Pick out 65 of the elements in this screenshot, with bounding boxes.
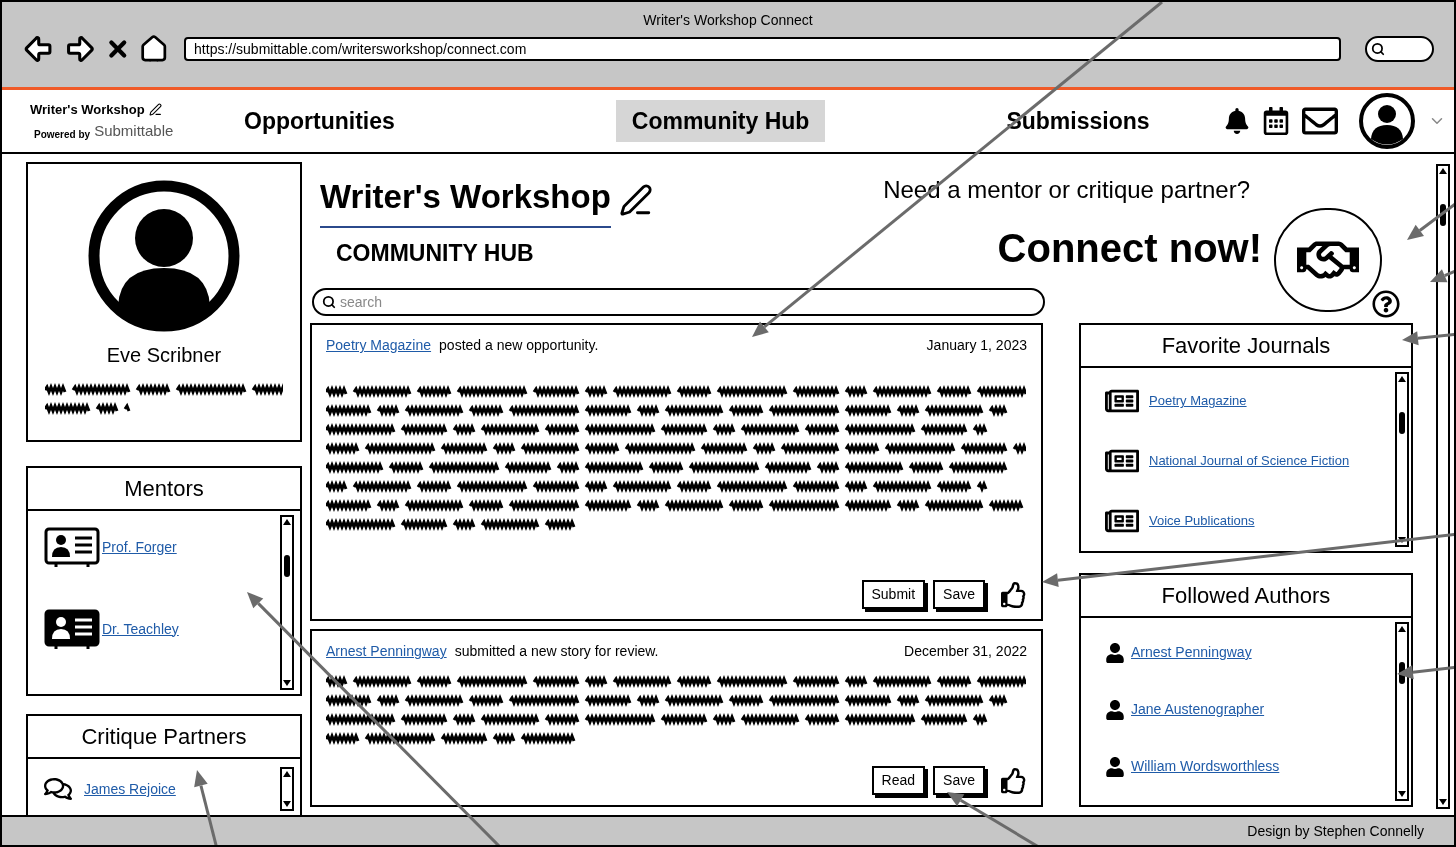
mentor-link[interactable]: Prof. Forger xyxy=(102,536,177,558)
author-link[interactable]: Arnest Penningway xyxy=(326,643,447,659)
critique-partner-link[interactable]: James Rejoice xyxy=(84,778,176,800)
post-action-button[interactable]: Read xyxy=(871,766,926,795)
author-link[interactable]: William Wordsworthless xyxy=(1131,756,1280,777)
bell-icon[interactable] xyxy=(1224,108,1250,134)
powered-by-label: Powered by xyxy=(34,128,91,142)
help-icon[interactable] xyxy=(1372,290,1400,318)
profile-name: Eve Scribner xyxy=(106,343,222,368)
search-icon xyxy=(1370,42,1385,56)
person-icon xyxy=(1105,756,1125,777)
journal-link[interactable]: Poetry Magazine xyxy=(1149,391,1247,411)
post-date: December 31, 2022 xyxy=(904,642,1027,661)
nav-tab[interactable]: Opportunities xyxy=(228,99,411,143)
id-card-icon xyxy=(44,609,100,649)
id-card-icon xyxy=(44,527,100,567)
avatar-icon[interactable] xyxy=(1358,92,1416,150)
person-icon xyxy=(1105,699,1125,720)
scrollbar[interactable] xyxy=(1395,372,1409,547)
nav-tab[interactable]: Community Hub xyxy=(615,99,826,143)
panel-title: Critique Partners xyxy=(28,716,300,759)
panel-title: Favorite Journals xyxy=(1081,325,1411,368)
mentor-link[interactable]: Dr. Teachley xyxy=(102,618,179,640)
pen-icon xyxy=(618,182,653,217)
journal-link[interactable]: National Journal of Science Fiction xyxy=(1149,451,1350,471)
browser-search-field[interactable] xyxy=(1364,36,1434,62)
designer-credit: Design by Stephen Connelly xyxy=(1247,821,1424,841)
hub-title: Writer's Workshop xyxy=(320,172,611,228)
search-icon xyxy=(322,295,336,309)
author-link[interactable]: Poetry Magazine xyxy=(326,337,432,353)
annotation-arrow xyxy=(1407,200,1454,240)
window-title: Writer's Workshop Connect xyxy=(642,11,814,30)
calendar-icon[interactable] xyxy=(1262,107,1290,135)
url-field[interactable]: https://submittable.com/writersworkshop/connect.com xyxy=(184,37,1341,61)
post-summary: Poetry Magazine posted a new opportunity. xyxy=(326,336,599,355)
annotation-arrow xyxy=(1397,665,1454,680)
search-input[interactable]: search xyxy=(340,291,1035,313)
author-link[interactable]: Jane Austenographer xyxy=(1131,699,1265,720)
logo-title: Writer's Workshop xyxy=(30,101,145,119)
pen-icon xyxy=(148,103,162,117)
journal-link[interactable]: Voice Publications xyxy=(1149,511,1255,531)
connect-now-heading: Connect now! xyxy=(997,225,1262,272)
annotation-arrow xyxy=(1402,331,1454,346)
brand-name: Submittable xyxy=(94,120,174,141)
home-icon[interactable] xyxy=(138,34,169,64)
search-field[interactable]: search xyxy=(312,288,1045,316)
post-action-button[interactable]: Save xyxy=(933,580,985,609)
hub-subtitle: COMMUNITY HUB xyxy=(336,238,535,268)
scrollbar[interactable] xyxy=(280,767,294,811)
post-action-button[interactable]: Save xyxy=(933,766,985,795)
annotation-arrow xyxy=(1430,268,1454,283)
avatar-icon xyxy=(88,180,240,332)
post-summary: Arnest Penningway submitted a new story for review. xyxy=(326,642,659,661)
panel-title: Mentors xyxy=(28,468,300,511)
scrollbar[interactable] xyxy=(280,515,294,690)
person-icon xyxy=(1105,642,1125,663)
panel-title: Followed Authors xyxy=(1081,575,1411,618)
thumbs-up-icon[interactable] xyxy=(1001,767,1027,794)
thumbs-up-icon[interactable] xyxy=(1001,581,1027,608)
scrollbar[interactable] xyxy=(1395,622,1409,801)
scrollbar[interactable] xyxy=(1436,164,1450,809)
author-link[interactable]: Arnest Penningway xyxy=(1131,642,1252,663)
chat-icon xyxy=(44,775,72,803)
post-date: January 1, 2023 xyxy=(926,336,1027,355)
post-action-button[interactable]: Submit xyxy=(861,580,926,609)
